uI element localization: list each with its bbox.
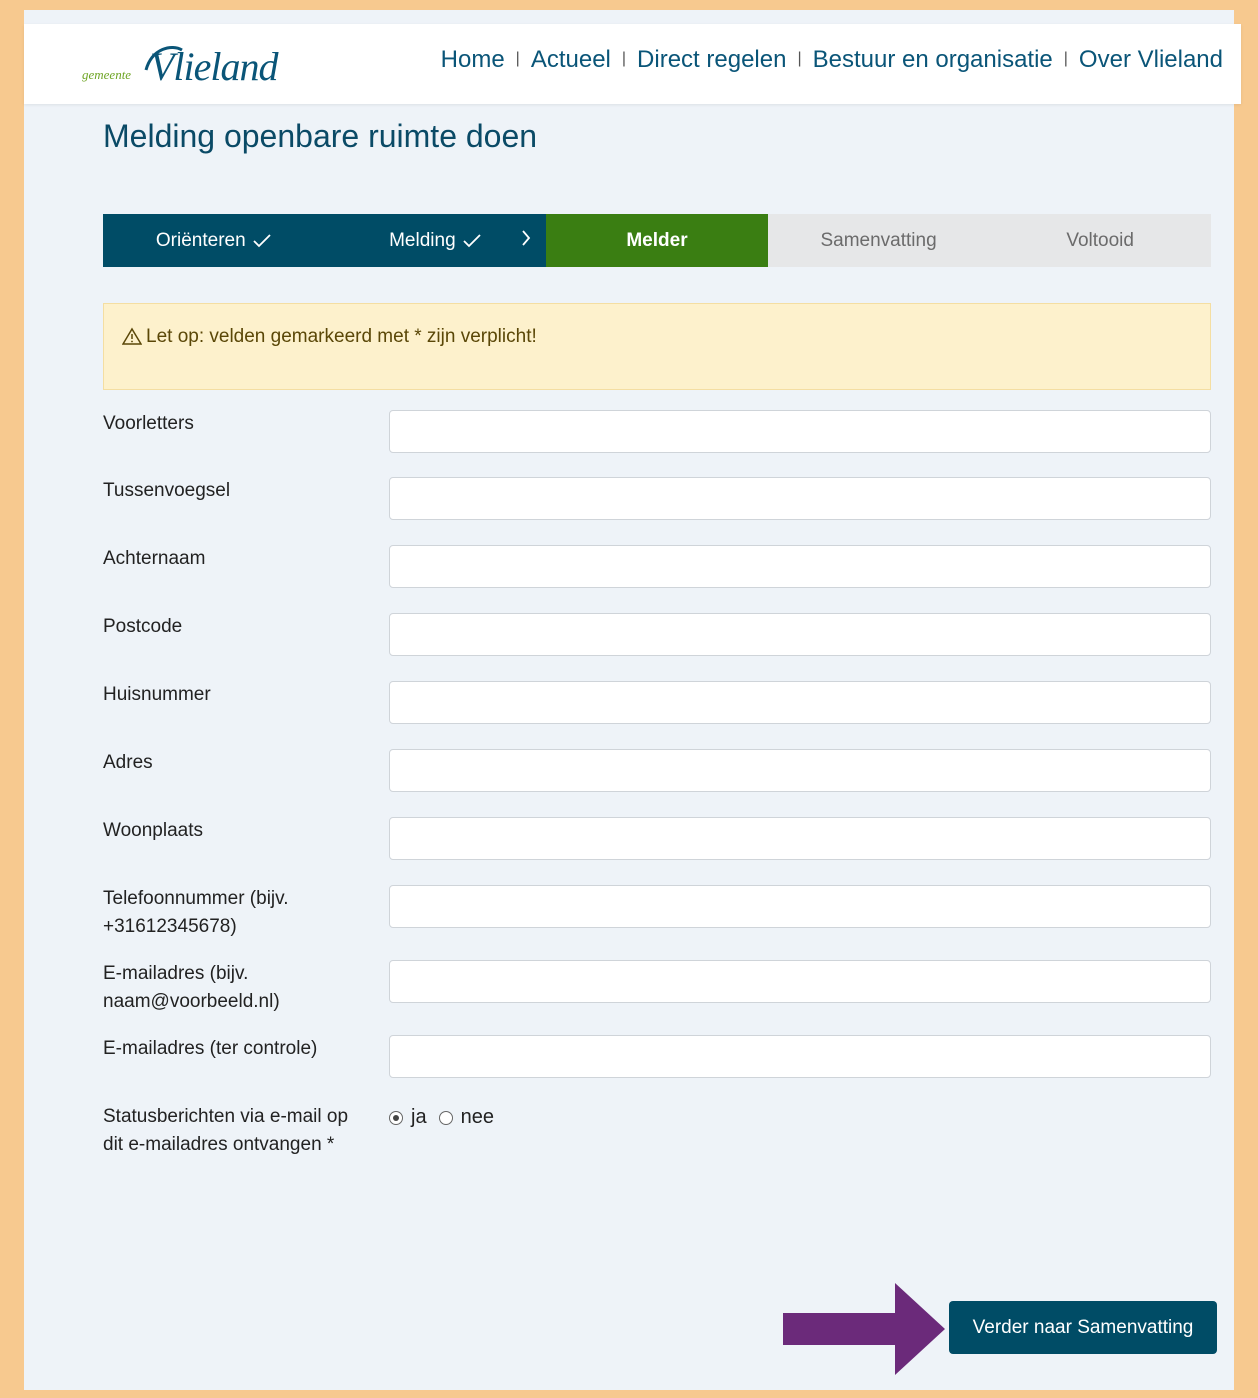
page-title: Melding openbare ruimte doen [103,118,538,154]
radio-option-ja[interactable]: ja [389,1106,427,1129]
achternaam-input[interactable] [389,545,1211,588]
nav-separator: | [1063,50,1068,67]
achternaam-label: Achternaam [103,548,206,569]
huisnummer-input[interactable] [389,681,1211,724]
voorletters-label: Voorletters [103,413,194,434]
next-to-summary-button[interactable]: Verder naar Samenvatting [949,1301,1217,1354]
logo-vlieland-text: Vlieland [150,44,280,89]
telefoonnummer-label: Telefoonnummer (bijv. +31612345678) [103,888,289,937]
radio-ja-label: ja [411,1106,427,1128]
chevron-right-icon [520,228,532,254]
step-label: Oriënteren [155,229,246,251]
adres-label: Adres [103,752,153,773]
radio-nee[interactable] [438,1110,453,1125]
tussenvoegsel-label: Tussenvoegsel [103,480,231,501]
progress-steps: Oriënteren Melding Melder Samenvatting V… [103,214,1211,267]
nav-separator: | [797,50,802,67]
tussenvoegsel-input[interactable] [389,477,1211,520]
status-email-radio-group: ja nee [389,1106,506,1129]
postcode-label: Postcode [103,616,183,637]
step-voltooid: Voltooid [989,214,1211,267]
step-label: Melder [626,229,688,251]
email-input[interactable] [389,960,1211,1003]
main-nav: Home | Actueel | Direct regelen | Bestuu… [441,46,1223,74]
site-header: gemeente Vlieland Home | Actueel | Direc… [24,24,1241,104]
woonplaats-label: Woonplaats [103,820,203,841]
required-fields-alert: Let op: velden gemarkeerd met * zijn ver… [103,303,1211,390]
warning-icon [122,327,142,346]
step-label: Melding [389,229,456,251]
huisnummer-label: Huisnummer [103,684,211,705]
nav-separator: | [515,50,520,67]
telefoonnummer-input[interactable] [389,885,1211,928]
logo-gemeente-text: gemeente [82,67,131,82]
step-melding[interactable]: Melding [324,214,547,267]
voorletters-input[interactable] [389,410,1211,453]
email-label: E-mailadres (bijv. naam@voorbeeld.nl) [103,963,280,1012]
radio-ja[interactable] [389,1110,403,1125]
check-icon [252,233,272,249]
vlieland-logo[interactable]: gemeente Vlieland [82,40,332,90]
step-label: Samenvatting [820,229,937,251]
annotation-arrow-icon [783,1283,945,1375]
nav-separator: | [621,50,627,67]
status-email-label: Statusberichten via e-mail op dit e-mail… [103,1106,349,1155]
alert-text: Let op: velden gemarkeerd met * zijn ver… [146,326,537,347]
postcode-input[interactable] [389,613,1211,656]
email-confirm-input[interactable] [389,1035,1211,1078]
nav-home[interactable]: Home [441,46,505,74]
nav-direct-regelen[interactable]: Direct regelen [637,46,786,74]
check-icon [462,233,482,249]
radio-option-nee[interactable]: nee [438,1106,494,1129]
woonplaats-input[interactable] [389,817,1211,860]
step-label: Voltooid [1066,229,1134,251]
step-samenvatting: Samenvatting [767,214,990,267]
step-melder[interactable]: Melder [546,214,768,267]
radio-nee-label: nee [460,1106,494,1128]
nav-bestuur-en-organisatie[interactable]: Bestuur en organisatie [813,46,1053,74]
email-confirm-label: E-mailadres (ter controle) [103,1038,318,1059]
adres-input[interactable] [389,749,1211,792]
step-orienteren[interactable]: Oriënteren [103,214,325,267]
nav-over-vlieland[interactable]: Over Vlieland [1079,46,1223,74]
nav-actueel[interactable]: Actueel [531,46,611,74]
